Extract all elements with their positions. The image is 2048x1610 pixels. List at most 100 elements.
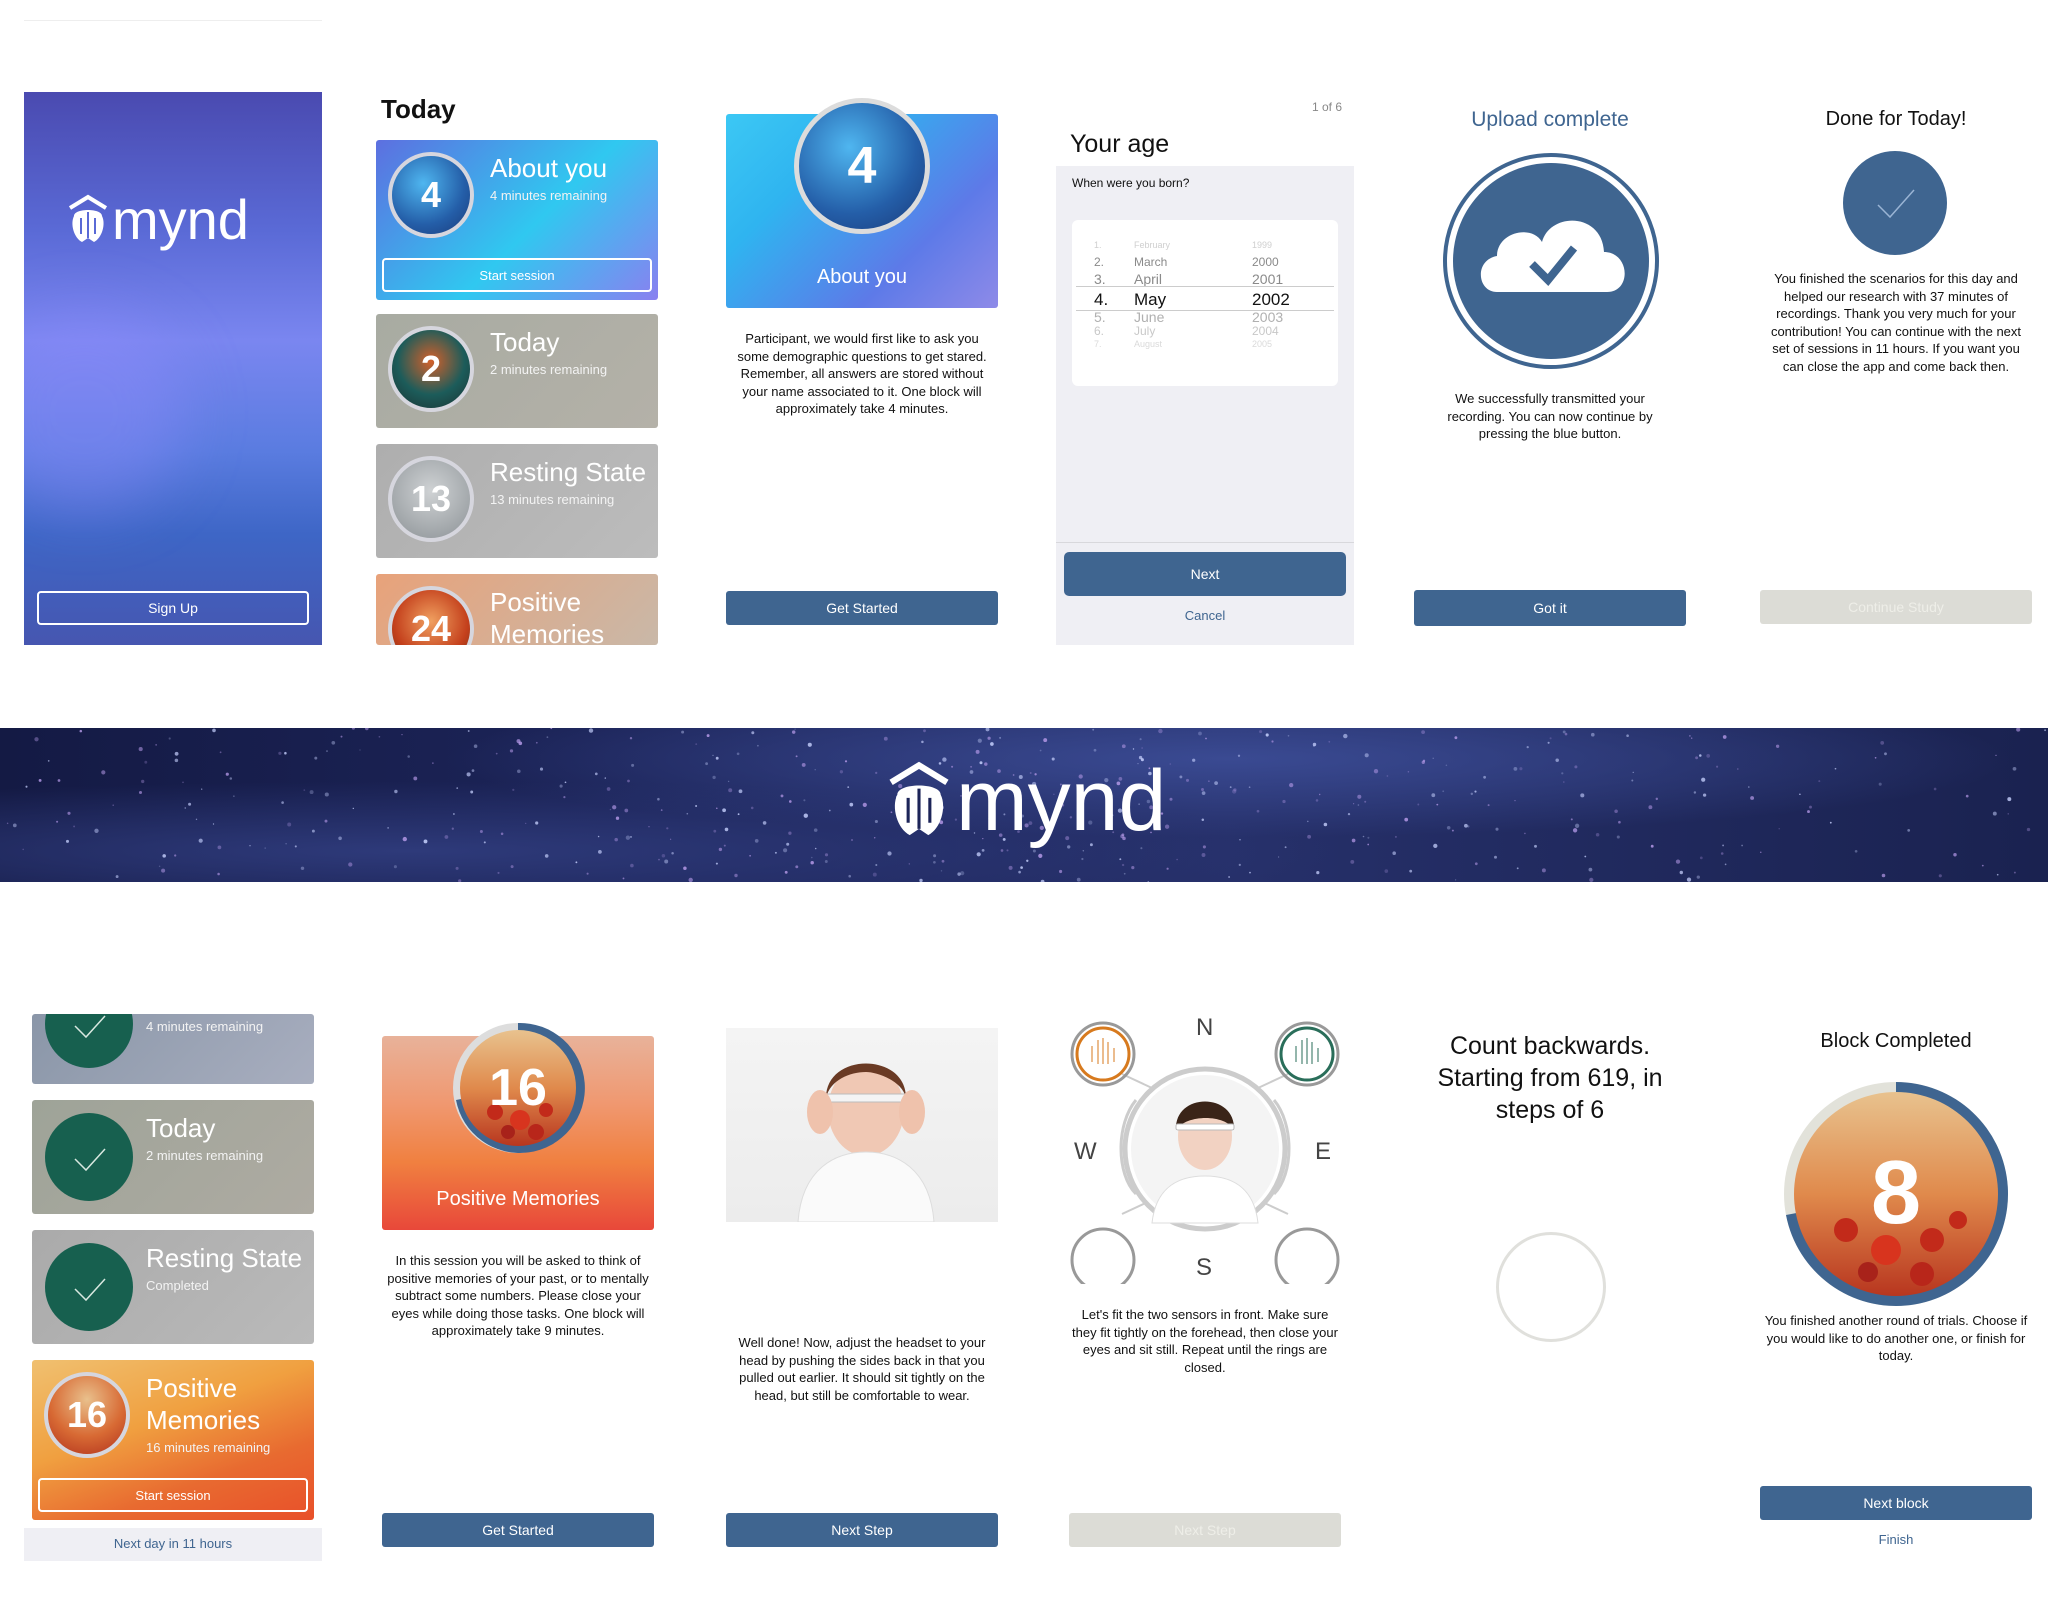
picker-year: 2005 xyxy=(1252,339,1273,349)
instruction-text: Let's fit the two sensors in front. Make… xyxy=(1072,1307,1338,1375)
get-started-button[interactable]: Get Started xyxy=(726,591,998,625)
done-check xyxy=(1842,150,1948,261)
loading-ring xyxy=(1496,1232,1606,1342)
card-subtitle: 2 minutes remaining xyxy=(490,362,608,377)
picker-month: June xyxy=(1134,309,1165,325)
picker-year: 2004 xyxy=(1252,324,1279,338)
intro-text: In this session you will be asked to thi… xyxy=(387,1253,649,1338)
session-number-badge: 2 xyxy=(388,326,474,412)
sensor-fit-screen: N E S W Let's fit the two sensors in fro… xyxy=(1056,1014,1354,1561)
block-progress-badge: 8 xyxy=(1782,1080,2010,1308)
positive-memories-screen: 16 Positive Memories In this session you… xyxy=(380,1014,656,1561)
session-card-today[interactable]: 2 Today 2 minutes remaining xyxy=(376,314,658,428)
completed-badge xyxy=(45,1014,133,1068)
picker-selection-line xyxy=(1076,310,1334,311)
session-number-badge: 16 xyxy=(44,1372,130,1458)
picker-month: February xyxy=(1134,240,1171,250)
next-step-button: Next Step xyxy=(1069,1513,1341,1547)
completed-badge xyxy=(45,1113,133,1201)
today-screen: Today 4 About you 4 minutes remaining St… xyxy=(372,92,672,645)
cancel-link[interactable]: Cancel xyxy=(1056,608,1354,623)
session-number-badge: 4 xyxy=(388,152,474,238)
picker-index: 6. xyxy=(1094,324,1105,338)
card-title: Positive Memories xyxy=(490,587,605,645)
card-title: Resting State xyxy=(490,457,647,487)
continue-study-button: Continue Study xyxy=(1760,590,2032,624)
block-text: You finished another round of trials. Ch… xyxy=(1764,1313,2028,1363)
card-subtitle: Completed xyxy=(146,1278,209,1293)
picker-month: April xyxy=(1134,271,1163,287)
got-it-button[interactable]: Got it xyxy=(1414,590,1686,626)
picker-month: July xyxy=(1134,324,1156,338)
sensor-diagram xyxy=(1070,1021,1340,1284)
count-task-screen: Count backwards. Starting from 619, in s… xyxy=(1412,1014,1688,1561)
checkmark-icon xyxy=(74,1278,106,1302)
session-title: Positive Memories xyxy=(436,1188,600,1210)
brand-banner: mynd xyxy=(0,728,2048,882)
session-number-badge: 4 xyxy=(794,98,930,234)
session-number-badge: 16 xyxy=(450,1020,586,1156)
finish-link[interactable]: Finish xyxy=(1758,1532,2034,1547)
upload-text: We successfully transmitted your recordi… xyxy=(1447,391,1653,441)
picker-year: 2002 xyxy=(1252,290,1290,309)
session-card-positive-memories[interactable]: 24 Positive Memories xyxy=(376,574,658,645)
block-completed-screen: Block Completed 8 You finished another r… xyxy=(1758,1014,2034,1561)
done-text: You finished the scenarios for this day … xyxy=(1770,271,2022,374)
about-you-screen: 4 About you Participant, we would first … xyxy=(724,92,1000,645)
next-button[interactable]: Next xyxy=(1064,552,1346,596)
session-card-today[interactable]: Today 2 minutes remaining xyxy=(32,1100,314,1214)
instruction-text: Well done! Now, adjust the headset to yo… xyxy=(738,1335,986,1403)
upload-success-icon xyxy=(1442,152,1660,375)
upload-complete-screen: Upload complete We successfully transmit… xyxy=(1412,92,1688,645)
completed-badge xyxy=(45,1243,133,1331)
card-title: About you xyxy=(490,153,608,183)
brand-name: mynd xyxy=(956,753,1167,849)
glow xyxy=(24,312,184,512)
page-title: Upload complete xyxy=(1471,108,1629,131)
get-started-button[interactable]: Get Started xyxy=(382,1513,654,1547)
picker-row[interactable]: 7. August 2005 xyxy=(1072,339,1338,359)
sign-up-button[interactable]: Sign Up xyxy=(37,591,309,625)
picker-index: 4. xyxy=(1094,290,1109,309)
compass-east: E xyxy=(1315,1138,1332,1165)
mynd-logo: mynd xyxy=(68,192,249,248)
form-area: When were you born? 1. February 1999 2. Marc… xyxy=(1056,166,1354,645)
compass-south: S xyxy=(1196,1254,1213,1281)
step-counter: 1 of 6 xyxy=(1311,100,1342,114)
headset-illustration xyxy=(726,1028,998,1222)
mynd-logo: mynd xyxy=(888,758,1166,844)
start-session-button[interactable]: Start session xyxy=(38,1478,308,1512)
checkmark-icon xyxy=(74,1015,106,1039)
done-for-today-screen: Done for Today! You finished the scenari… xyxy=(1758,92,2034,645)
picker-selection-line xyxy=(1076,286,1334,287)
age-screen: 1 of 6 Your age When were you born? 1. Fe… xyxy=(1056,92,1354,645)
next-step-button[interactable]: Next Step xyxy=(726,1513,998,1547)
session-card-about-you[interactable]: 4 minutes remaining xyxy=(32,1014,314,1084)
home-progress-screen: 4 minutes remaining Today 2 minutes rema… xyxy=(24,1014,322,1561)
session-card-resting-state[interactable]: Resting State Completed xyxy=(32,1230,314,1344)
picker-month: March xyxy=(1134,255,1168,269)
birth-date-picker[interactable]: 1. February 1999 2. March 2000 3. April 2001 4. Ma… xyxy=(1072,220,1338,386)
picker-index: 1. xyxy=(1094,240,1102,250)
picker-year: 2000 xyxy=(1252,255,1279,269)
card-subtitle: 16 minutes remaining xyxy=(146,1440,271,1455)
splash-screen: mynd Sign Up xyxy=(24,92,322,645)
page-title: Today xyxy=(381,94,456,124)
picker-year: 1999 xyxy=(1252,240,1273,250)
session-card-about-you[interactable]: 4 About you 4 minutes remaining Start se… xyxy=(376,140,658,300)
card-title: Resting State xyxy=(146,1243,303,1273)
card-subtitle: 4 minutes remaining xyxy=(146,1019,264,1034)
next-block-button[interactable]: Next block xyxy=(1760,1486,2032,1520)
picker-month: May xyxy=(1134,290,1167,309)
person-icon xyxy=(797,1063,935,1222)
checkmark-icon xyxy=(74,1148,106,1172)
start-session-button[interactable]: Start session xyxy=(382,258,652,292)
headset-adjust-screen: Well done! Now, adjust the headset to yo… xyxy=(724,1014,1000,1561)
session-card-positive-memories[interactable]: 16 Positive Memories 16 minutes remainin… xyxy=(32,1360,314,1520)
session-card-resting-state[interactable]: 13 Resting State 13 minutes remaining xyxy=(376,444,658,558)
question-label: When were you born? xyxy=(1072,176,1190,190)
picker-row[interactable]: 3. April 2001 xyxy=(1072,271,1338,291)
picker-row[interactable]: 4. May 2002 xyxy=(1072,290,1338,310)
next-day-label: Next day in 11 hours xyxy=(113,1536,233,1551)
session-title: About you xyxy=(816,266,908,288)
